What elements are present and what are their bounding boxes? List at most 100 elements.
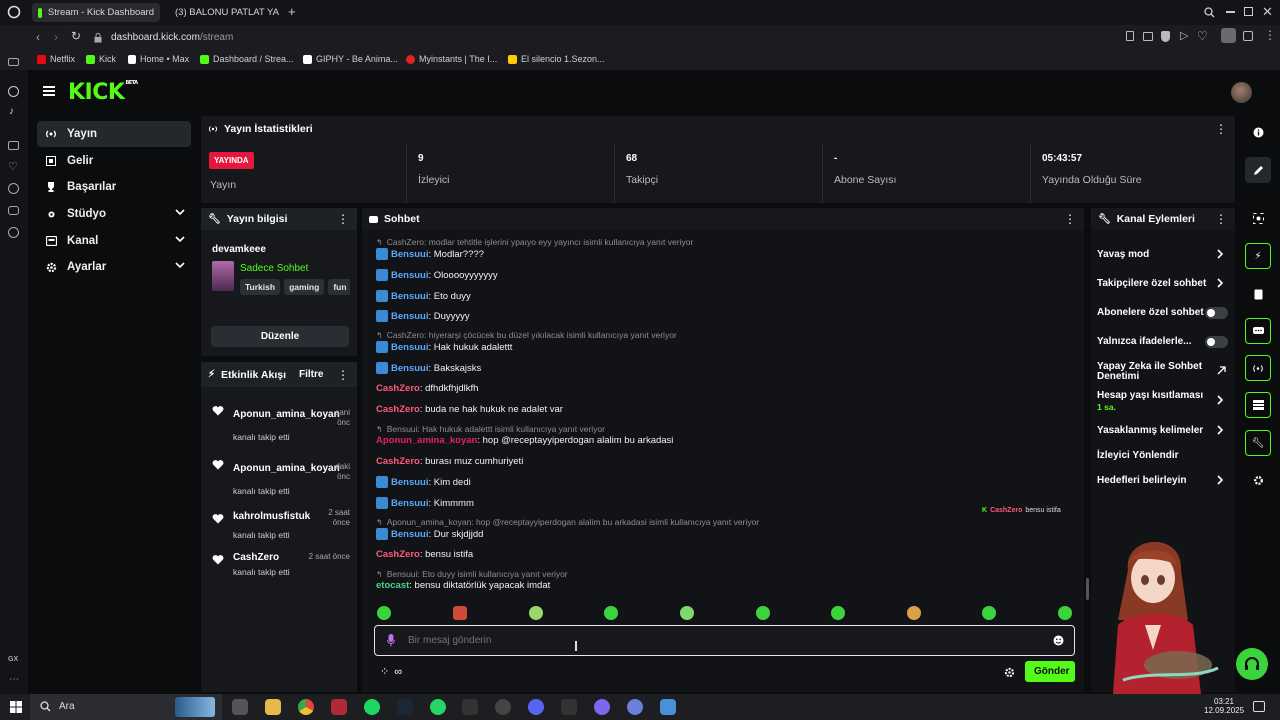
activity-menu-icon[interactable]: ⋮ xyxy=(337,369,349,381)
chat-menu-icon[interactable]: ⋮ xyxy=(1064,213,1076,225)
chat-username[interactable]: Bensuui xyxy=(391,249,428,260)
chat-username[interactable]: Bensuui xyxy=(391,529,428,540)
channel-actions-toggle-icon[interactable]: 🔧︎ xyxy=(1245,430,1271,456)
tag[interactable]: Turkish xyxy=(240,279,281,295)
bookmark-netflix[interactable]: Netflix xyxy=(37,54,75,64)
close-window-icon[interactable]: ✕ xyxy=(1262,4,1273,20)
action-account-age[interactable]: Hesap yaşı kısıtlaması xyxy=(1097,390,1203,401)
chat-message-input[interactable] xyxy=(408,632,1008,648)
chevron-down-icon[interactable] xyxy=(175,262,185,269)
tag[interactable]: fun xyxy=(328,279,350,295)
points-icon[interactable]: ⁘ xyxy=(380,666,390,678)
support-button[interactable] xyxy=(1236,648,1268,680)
chat-username[interactable]: etocast xyxy=(376,580,409,591)
file-explorer-icon[interactable] xyxy=(265,699,281,715)
url-field[interactable]: dashboard.kick.com/stream xyxy=(111,32,233,43)
quick-action-bolt-icon[interactable]: ⚡︎ xyxy=(1245,243,1271,269)
chat-username[interactable]: Bensuui xyxy=(391,477,428,488)
hamburger-menu-icon[interactable] xyxy=(43,86,55,96)
profile-avatar[interactable] xyxy=(1221,28,1236,43)
emoji-picker-icon[interactable] xyxy=(1053,635,1064,646)
bookmark-elsilencio[interactable]: El silencio 1.Sezon... xyxy=(508,54,605,64)
chat-settings-icon[interactable] xyxy=(1004,667,1015,678)
camera-icon[interactable] xyxy=(1245,205,1271,231)
chat-message[interactable]: Bensuui: Olooooyyyyyyy xyxy=(376,269,498,281)
heart-icon[interactable]: ♡ xyxy=(1197,29,1208,43)
snapshot-icon[interactable] xyxy=(1143,32,1153,41)
chevron-right-icon[interactable] xyxy=(1217,395,1224,405)
chat-scrollbar[interactable] xyxy=(1086,578,1089,600)
back-icon[interactable]: ‹ xyxy=(36,30,40,44)
epic-games-icon[interactable] xyxy=(462,699,478,715)
chat-username[interactable]: Bensuui xyxy=(391,363,428,374)
info-icon[interactable] xyxy=(1245,119,1271,145)
chat-message[interactable]: CashZero: bensu istifa xyxy=(376,549,473,560)
bookmark-max[interactable]: Home • Max xyxy=(128,54,189,64)
stream-category[interactable]: Sadece Sohbet xyxy=(240,263,308,274)
emote-icon[interactable] xyxy=(1058,606,1072,620)
chat-username[interactable]: Bensuui xyxy=(391,342,428,353)
subscribers-only-toggle[interactable] xyxy=(1205,307,1228,319)
edit-button[interactable]: Düzenle xyxy=(211,326,349,347)
reload-icon[interactable]: ↻ xyxy=(71,29,81,43)
settings-gear-icon[interactable] xyxy=(8,227,19,238)
discord-icon[interactable] xyxy=(528,699,544,715)
action-followers-only[interactable]: Takipçilere özel sohbet xyxy=(1097,278,1206,289)
obs-icon[interactable] xyxy=(495,699,511,715)
chrome-icon[interactable] xyxy=(298,699,314,715)
maximize-icon[interactable] xyxy=(1244,7,1253,16)
action-raid[interactable]: İzleyici Yönlendir xyxy=(1097,450,1179,461)
bookmark-icon[interactable] xyxy=(1126,31,1134,41)
chat-message[interactable]: Bensuui: Modlar???? xyxy=(376,248,484,260)
chat-message[interactable]: Bensuui: Bakskajsks xyxy=(376,362,481,374)
notes-icon[interactable] xyxy=(1245,281,1271,307)
new-tab-button[interactable]: + xyxy=(288,5,296,19)
play-icon[interactable]: ▷ xyxy=(1180,29,1188,42)
chat-message[interactable]: Bensuui: Eto duyy xyxy=(376,290,471,302)
app-icon[interactable] xyxy=(660,699,676,715)
bookmark-dashboard[interactable]: Dashboard / Strea... xyxy=(200,54,294,64)
sidebar-item-basarilar[interactable]: Başarılar xyxy=(37,174,191,200)
action-slow-mode[interactable]: Yavaş mod xyxy=(1097,249,1149,260)
chat-username[interactable]: CashZero xyxy=(376,549,420,560)
sidebar-item-yayin[interactable]: Yayın xyxy=(37,121,191,147)
emote-icon[interactable] xyxy=(982,606,996,620)
broadcast-toggle-icon[interactable] xyxy=(1245,355,1271,381)
app-icon[interactable] xyxy=(594,699,610,715)
menu-kebab-icon[interactable]: ⋮ xyxy=(1264,29,1276,41)
chevron-down-icon[interactable] xyxy=(175,209,185,216)
bookmark-kick[interactable]: Kick xyxy=(86,54,116,64)
send-button[interactable]: Gönder xyxy=(1025,661,1075,682)
more-icon[interactable]: ⋯ xyxy=(9,674,19,685)
emote-icon[interactable] xyxy=(680,606,694,620)
microphone-icon[interactable] xyxy=(387,634,395,647)
tab-youtube[interactable]: (3) BALONU PATLAT YA D xyxy=(163,3,281,22)
action-set-goals[interactable]: Hedefleri belirleyin xyxy=(1097,475,1186,486)
forward-icon[interactable]: › xyxy=(54,30,58,44)
emotes-only-toggle[interactable] xyxy=(1205,336,1228,348)
chat-username[interactable]: Bensuui xyxy=(391,291,428,302)
workspace-icon[interactable] xyxy=(8,141,19,150)
spotify-icon[interactable] xyxy=(364,699,380,715)
history-icon[interactable] xyxy=(8,183,19,194)
shield-icon[interactable] xyxy=(1161,31,1170,42)
chevron-right-icon[interactable] xyxy=(1217,425,1224,435)
favorites-icon[interactable]: ♡ xyxy=(8,160,18,173)
chat-message[interactable]: Aponun_amina_koyan: hop @receptayyiperdo… xyxy=(376,435,673,446)
emote-icon[interactable] xyxy=(529,606,543,620)
chat-username[interactable]: Bensuui xyxy=(391,311,428,322)
action-banned-words[interactable]: Yasaklanmış kelimeler xyxy=(1097,425,1203,436)
chatgpt-icon[interactable] xyxy=(8,86,19,97)
taskbar-search[interactable]: Ara xyxy=(30,694,222,720)
emote-icon[interactable] xyxy=(453,606,467,620)
infinity-icon[interactable]: ∞ xyxy=(394,666,403,678)
opera-gx-taskbar-icon[interactable] xyxy=(331,699,347,715)
extensions-icon[interactable] xyxy=(1243,31,1253,41)
bookmark-giphy[interactable]: GIPHY - Be Anima... xyxy=(303,54,398,64)
sidebar-item-ayarlar[interactable]: Ayarlar xyxy=(37,254,191,280)
chat-message[interactable]: CashZero: buda ne hak hukuk ne adalet va… xyxy=(376,404,563,415)
chat-message[interactable]: Bensuui: Kim dedi xyxy=(376,476,471,488)
sidebar-item-studyo[interactable]: Stüdyo xyxy=(37,201,191,227)
sidebar-item-kanal[interactable]: Kanal xyxy=(37,228,191,254)
chat-username[interactable]: CashZero xyxy=(376,383,420,394)
